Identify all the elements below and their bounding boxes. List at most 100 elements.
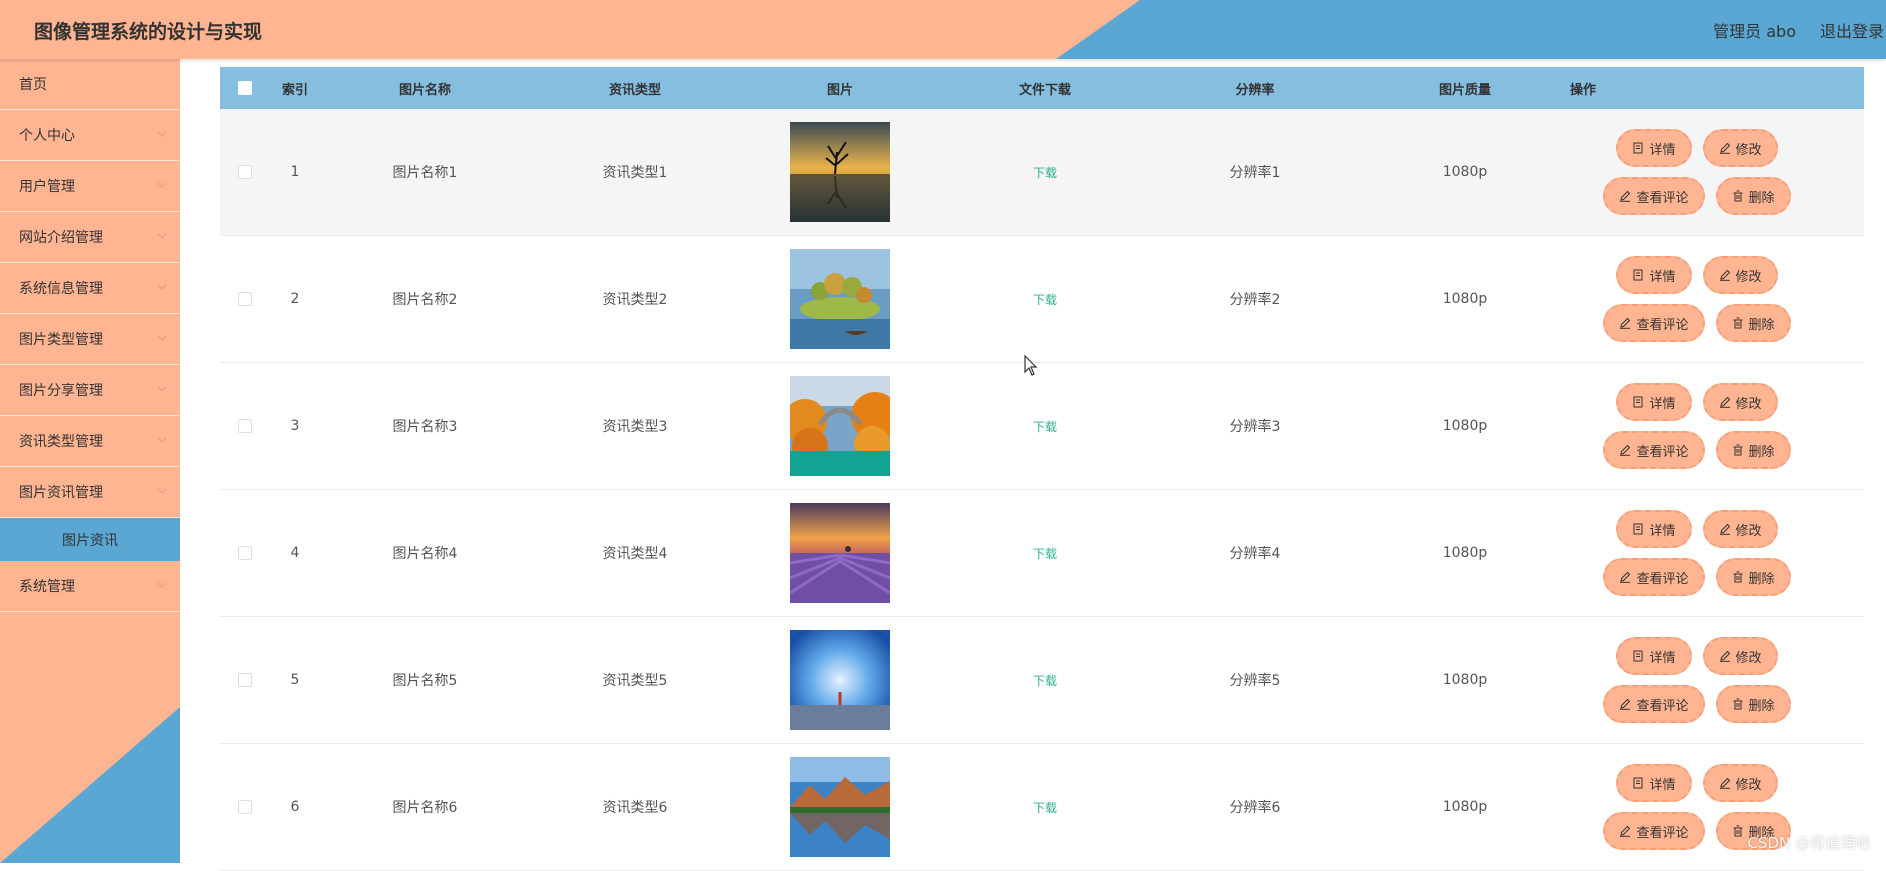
edit-button[interactable]: 修改 [1703, 129, 1778, 167]
row-image-name: 图片名称6 [320, 797, 530, 817]
row-image-name: 图片名称3 [320, 416, 530, 436]
view-comments-button[interactable]: 查看评论 [1603, 304, 1704, 342]
delete-button[interactable]: 删除 [1716, 431, 1791, 469]
pencil-icon [1619, 825, 1631, 837]
document-icon [1632, 396, 1644, 408]
row-actions-bottom: 查看评论 删除 [1603, 304, 1790, 342]
detail-button-label: 详情 [1649, 774, 1675, 793]
thumbnail-image[interactable] [790, 376, 890, 476]
sidebar-item-home[interactable]: 首页 [0, 59, 180, 110]
sidebar-item-label: 用户管理 [19, 176, 75, 196]
sidebar-item-label: 网站介绍管理 [19, 227, 103, 247]
row-checkbox[interactable] [238, 546, 252, 560]
thumbnail-image[interactable] [790, 503, 890, 603]
watermark-text: CSDN @蒋道理吧 [1747, 832, 1870, 853]
download-link[interactable]: 下载 [1033, 420, 1057, 434]
chevron-down-icon [156, 485, 168, 497]
pencil-icon [1719, 396, 1731, 408]
trash-icon [1732, 444, 1744, 456]
row-thumbnail-cell [740, 503, 940, 603]
detail-button[interactable]: 详情 [1616, 764, 1691, 802]
download-link[interactable]: 下载 [1033, 674, 1057, 688]
sidebar-item-label: 图片分享管理 [19, 380, 103, 400]
sidebar-item[interactable]: 图片分享管理 [0, 365, 180, 416]
sidebar-item[interactable]: 资讯类型管理 [0, 416, 180, 467]
row-checkbox[interactable] [238, 165, 252, 179]
thumbnail-image[interactable] [790, 630, 890, 730]
detail-button[interactable]: 详情 [1616, 256, 1691, 294]
sidebar-item[interactable]: 个人中心 [0, 110, 180, 161]
row-download-cell: 下载 [940, 164, 1150, 181]
delete-button[interactable]: 删除 [1716, 304, 1791, 342]
sidebar-item[interactable]: 图片类型管理 [0, 314, 180, 365]
edit-button-label: 修改 [1736, 139, 1762, 158]
detail-button[interactable]: 详情 [1616, 637, 1691, 675]
detail-button-label: 详情 [1649, 139, 1675, 158]
row-download-cell: 下载 [940, 291, 1150, 308]
view-comments-button[interactable]: 查看评论 [1603, 812, 1704, 850]
edit-button[interactable]: 修改 [1703, 764, 1778, 802]
view-comments-button[interactable]: 查看评论 [1603, 558, 1704, 596]
row-quality: 1080p [1360, 545, 1570, 561]
download-link[interactable]: 下载 [1033, 801, 1057, 815]
admin-user-label: 管理员 abo [1713, 18, 1796, 42]
thumbnail-image[interactable] [790, 757, 890, 857]
row-image-name: 图片名称2 [320, 289, 530, 309]
row-actions-bottom: 查看评论 删除 [1603, 558, 1790, 596]
row-resolution: 分辨率5 [1150, 670, 1360, 690]
document-icon [1632, 523, 1644, 535]
view-comments-button[interactable]: 查看评论 [1603, 431, 1704, 469]
delete-button[interactable]: 删除 [1716, 558, 1791, 596]
sidebar-item-label: 资讯类型管理 [19, 431, 103, 451]
sidebar-item[interactable]: 网站介绍管理 [0, 212, 180, 263]
download-link[interactable]: 下载 [1033, 547, 1057, 561]
row-news-type: 资讯类型3 [530, 416, 740, 436]
sidebar-item[interactable]: 图片资讯管理 [0, 467, 180, 518]
edit-button-label: 修改 [1736, 266, 1762, 285]
view-comments-button[interactable]: 查看评论 [1603, 685, 1704, 723]
view-comments-button[interactable]: 查看评论 [1603, 177, 1704, 215]
sidebar-item-label: 个人中心 [19, 125, 75, 145]
row-thumbnail-cell [740, 249, 940, 349]
row-resolution: 分辨率3 [1150, 416, 1360, 436]
detail-button-label: 详情 [1649, 393, 1675, 412]
row-checkbox[interactable] [238, 419, 252, 433]
detail-button-label: 详情 [1649, 266, 1675, 285]
sidebar-item[interactable]: 用户管理 [0, 161, 180, 212]
row-checkbox[interactable] [238, 800, 252, 814]
thumbnail-image[interactable] [790, 249, 890, 349]
chevron-down-icon [156, 179, 168, 191]
row-news-type: 资讯类型6 [530, 797, 740, 817]
sidebar-subitem-active[interactable]: 图片资讯 [0, 518, 180, 561]
row-actions: 详情 修改 查看评论 删除 [1570, 383, 1824, 469]
download-link[interactable]: 下载 [1033, 293, 1057, 307]
row-checkbox[interactable] [238, 292, 252, 306]
sidebar-item-label: 图片类型管理 [19, 329, 103, 349]
pencil-icon [1719, 142, 1731, 154]
edit-button[interactable]: 修改 [1703, 637, 1778, 675]
sidebar-item[interactable]: 系统信息管理 [0, 263, 180, 314]
delete-button-label: 删除 [1749, 441, 1775, 460]
logout-link[interactable]: 退出登录 [1820, 18, 1884, 42]
row-checkbox[interactable] [238, 673, 252, 687]
delete-button-label: 删除 [1749, 187, 1775, 206]
select-all-checkbox[interactable] [238, 81, 252, 95]
detail-button[interactable]: 详情 [1616, 383, 1691, 421]
delete-button[interactable]: 删除 [1716, 685, 1791, 723]
table-row: 2 图片名称2 资讯类型2 下载 分辨率2 1080p 详情 修改 查看评论 删… [220, 236, 1864, 363]
detail-button[interactable]: 详情 [1616, 510, 1691, 548]
download-link[interactable]: 下载 [1033, 166, 1057, 180]
chevron-down-icon [156, 128, 168, 140]
delete-button[interactable]: 删除 [1716, 177, 1791, 215]
row-quality: 1080p [1360, 418, 1570, 434]
edit-button[interactable]: 修改 [1703, 510, 1778, 548]
edit-button[interactable]: 修改 [1703, 383, 1778, 421]
sidebar-item-system[interactable]: 系统管理 [0, 561, 180, 612]
header-user-area: 管理员 abo 退出登录 [1713, 18, 1886, 42]
pencil-icon [1719, 523, 1731, 535]
edit-button[interactable]: 修改 [1703, 256, 1778, 294]
detail-button[interactable]: 详情 [1616, 129, 1691, 167]
row-index: 2 [270, 291, 320, 307]
thumbnail-image[interactable] [790, 122, 890, 222]
edit-button-label: 修改 [1736, 520, 1762, 539]
